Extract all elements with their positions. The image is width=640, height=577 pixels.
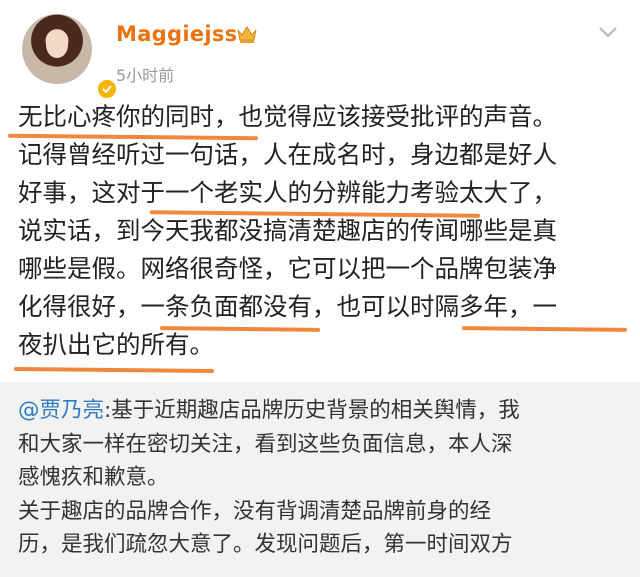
post-body-line: 无比心疼你的同时，也觉得应该接受批评的声音。 [18,102,557,131]
verified-badge-icon [96,78,118,100]
crown-icon [236,24,258,44]
repost-text: :基于近期趣店品牌历史背景的相关舆情，我 [104,398,520,423]
repost-line: 感愧疚和歉意。 [18,465,169,490]
weibo-post: Maggiejss 5小时前 无比心疼你的同时，也觉得应该接受批评的声音。 记得… [0,0,640,577]
post-body-line: 哪些是假。网络很奇怪，它可以把一个品牌包装净 [18,254,557,283]
post-body-line: 夜扒出它的所有。 [18,330,214,359]
chevron-down-icon[interactable] [596,22,620,42]
highlight-underline [13,366,215,374]
repost-line: 关于趣店的品牌合作，没有背调清楚品牌前身的经 [18,498,492,524]
post-body-line: 记得曾经听过一句话，人在成名时，身边都是好人 [18,140,557,169]
post-body-line: 化得很好，一条负面都没有，也可以时隔多年，一 [18,292,557,321]
post-body-line: 说实话，到今天我都没搞清楚趣店的传闻哪些是真 [18,216,557,245]
post-timestamp: 5小时前 [116,66,175,85]
repost-line: @贾乃亮:基于近期趣店品牌历史背景的相关舆情，我 [18,394,630,428]
repost-line: 和大家一样在密切关注，看到这些负面信息，本人深 [18,431,513,457]
user-avatar[interactable] [22,14,118,100]
repost-box[interactable]: @贾乃亮:基于近期趣店品牌历史背景的相关舆情，我 和大家一样在密切关注，看到这些… [0,382,640,577]
username[interactable]: Maggiejss [116,22,237,46]
repost-line: 历，是我们疏忽大意了。发现问题后，第一时间双方 [18,532,513,557]
avatar-face [46,32,68,58]
post-header: Maggiejss 5小时前 [0,0,640,100]
repost-body: @贾乃亮:基于近期趣店品牌历史背景的相关舆情，我 和大家一样在密切关注，看到这些… [18,394,630,562]
mention-link[interactable]: @贾乃亮 [18,398,104,423]
post-body-line: 好事，这对于一个老实人的分辨能力考验太大了， [18,178,557,207]
